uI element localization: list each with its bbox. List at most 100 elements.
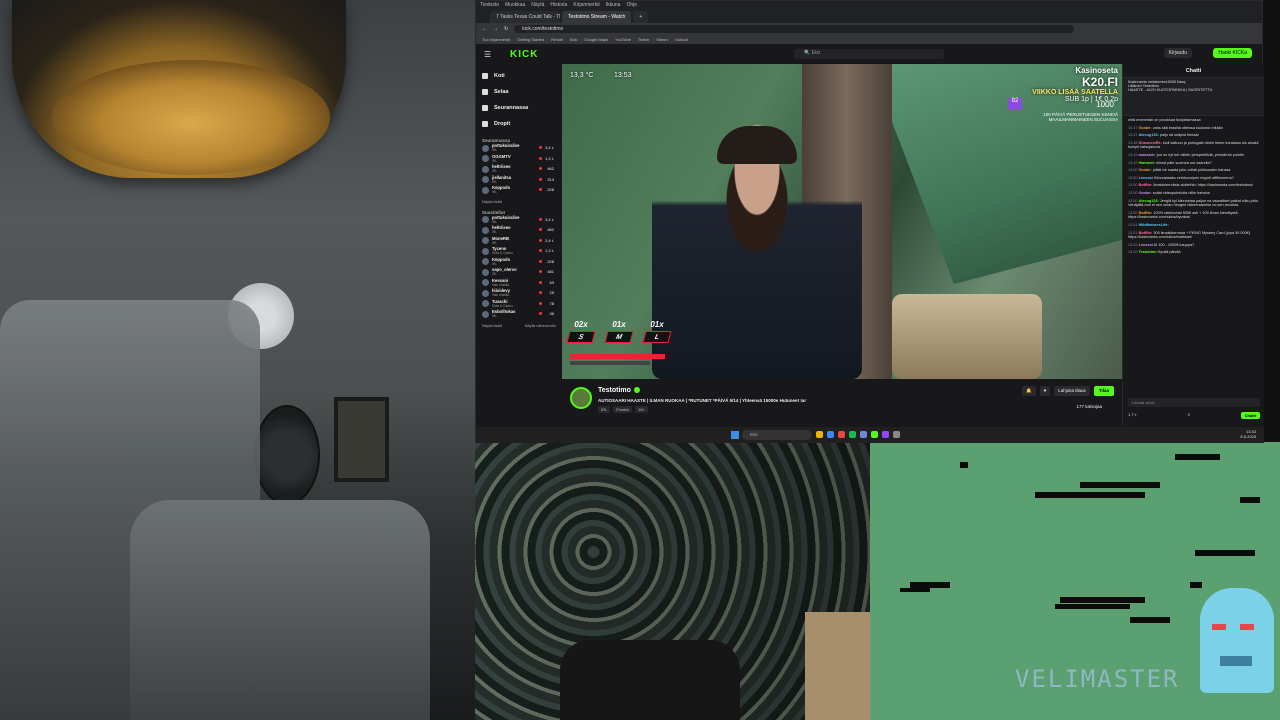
browser-tab[interactable]: 7 Tasks Texas Could Talk - The [490,11,560,23]
tag[interactable]: Finnish [613,406,633,413]
chat-username[interactable]: DhannesiRk: [1139,141,1162,145]
chat-text: mitä enemmän on porukkaa tulojottamassa [1128,118,1201,122]
chat-username[interactable]: BotRtx: [1139,211,1153,215]
taskbar-clock[interactable]: 13.53 8.8.2025 [1240,429,1256,439]
chat-username[interactable]: Lensosi [1139,243,1153,247]
bookmark[interactable]: Google Maps [584,37,608,42]
discord-icon[interactable] [860,431,867,438]
show-less-link[interactable]: Näytä vähemmän [525,323,556,328]
gift-sub-button[interactable]: Lahjoita tilaus [1054,386,1090,396]
bookmark[interactable]: Steam [656,37,668,42]
tag[interactable]: 18+ [635,406,648,413]
chat-username[interactable]: BotRtx: [1139,183,1153,187]
bookmark[interactable]: YouTube [615,37,631,42]
chat-username[interactable]: Gosbe: [1139,191,1152,195]
chat-message: 13.49 aumsarh: joo no nyt tuli vähän per… [1128,153,1259,158]
chat-username[interactable]: aumsarh: [1139,153,1156,157]
subscribe-button[interactable]: Tilaa [1093,386,1114,396]
taskbar-search[interactable]: Etsi [742,430,812,440]
sidebar-channel[interactable]: Esbolltokas IRL 36 [482,309,556,320]
nav-home[interactable]: Koti [482,68,556,84]
streamer-name[interactable]: Testotimo [598,387,631,394]
sidebar-channel[interactable]: hiisidevy Vain chatilla 25 [482,288,556,299]
show-more-link[interactable]: Näytä lisää [482,199,556,204]
search-input[interactable]: 🔍 Etsi [794,49,944,59]
chat-input[interactable]: Lähetä viesti [1128,398,1260,407]
chat-title: Chatti [1123,64,1264,78]
bookmark[interactable]: Getting Started [517,37,544,42]
browser-tab-active[interactable]: Testotimo Stream - Watch [562,11,632,23]
chat-username[interactable]: Alecog133: [1139,199,1159,203]
browser-window: Tiedosto Muokkaa Näytä Historia Kirjanmerkit… [475,0,1264,443]
twitch-icon[interactable] [882,431,889,438]
menu-icon[interactable]: ☰ [484,50,491,59]
chat-username[interactable]: WildNaturesLife: [1139,223,1169,227]
overlay-brand-sponsor: Kasinoseta [1075,66,1118,75]
sidebar-channel[interactable]: heltriiseo IRL 462 [482,225,556,236]
folder-icon[interactable] [816,431,823,438]
back-icon[interactable]: ← [482,26,487,32]
heart-icon[interactable]: ♥ [1039,386,1051,396]
channel-viewers: 1,3 t. [545,155,554,161]
tag[interactable]: IRL [598,406,611,413]
chat-username[interactable]: Lensosi [1139,176,1153,180]
bookmark[interactable]: Kick [570,37,578,42]
sidebar-channel[interactable]: pottukoiralive IRL 3,4 t. [482,215,556,226]
signup-button[interactable]: Hanki KICKa [1213,48,1252,58]
sidebar-channel[interactable]: MoneRB IRL 2,4 t. [482,236,556,247]
nav-following[interactable]: Seurannassa [482,100,556,116]
bookmark[interactable]: Outlook [675,37,689,42]
live-dot [539,291,542,294]
video-player[interactable]: 13,3 °C 13:53 Kasinoseta K20.FI VIIKKO L… [562,64,1122,379]
app-icon[interactable] [893,431,900,438]
chat-message: 13.51 WildNaturesLife: [1128,223,1259,228]
sidebar-channel[interactable]: OGGMTV IRL 1,3 t. [482,154,556,165]
forward-icon[interactable]: → [493,26,498,32]
chat-username[interactable]: Hammot: [1139,161,1155,165]
nav-drops[interactable]: Dropit [482,116,556,132]
nav-browse[interactable]: Selaa [482,84,556,100]
chat-username[interactable]: Alecog133: [1139,133,1159,137]
bookmark[interactable]: Tuo kirjanmerkit [482,37,510,42]
sidebar-channel[interactable]: Kessani Vain chatilla 63 [482,278,556,289]
show-more-link[interactable]: Näytä lisää [482,323,502,328]
sidebar-channel[interactable]: Tyceno Slots & Casino 1,3 t. [482,246,556,257]
channel-viewers: 228 [547,187,554,192]
wall-ornament [254,405,320,505]
login-button[interactable]: Kirjaudu [1163,48,1192,58]
chat-username[interactable]: Gosbe: [1139,168,1152,172]
points-counter[interactable]: 1,7 t. [1128,412,1137,419]
bookmark[interactable]: Reddit [551,37,563,42]
app-icon[interactable] [838,431,845,438]
verified-icon [634,387,640,393]
reload-icon[interactable]: ↻ [504,26,508,32]
chat-messages[interactable]: mitä enemmän on porukkaa tulojottamassa 1… [1123,116,1264,386]
chat-username[interactable]: Gosbe: [1139,126,1152,130]
sidebar-channel[interactable]: pottukoiralive IRL 3,4 t. [482,143,556,154]
sidebar-channel[interactable]: sapo_olervo IRL 481 [482,267,556,278]
spotify-icon[interactable] [849,431,856,438]
chrome-icon[interactable] [827,431,834,438]
streamer-avatar[interactable] [570,387,592,409]
sidebar-channel[interactable]: jiellanitsa IRL 313 [482,175,556,186]
kick-logo[interactable]: KICK [510,49,538,60]
sidebar-channel[interactable]: heltriiseo IRL 462 [482,164,556,175]
channel-viewers: 462 [547,227,554,232]
chat-username[interactable]: Testotimo [1139,250,1157,254]
kick-icon[interactable] [871,431,878,438]
sidebar-channel[interactable]: Keppodo IRL 228 [482,257,556,268]
start-icon[interactable] [731,431,739,439]
channel-avatar [482,186,489,194]
notification-icon[interactable]: 🔔 [1022,386,1036,396]
url-field[interactable]: kick.com/testotimo [514,25,1075,33]
gift-counter[interactable]: 0 [1188,412,1190,419]
overlay-time: 13:53 [614,72,632,79]
taskbar-apps [816,431,900,438]
sidebar-channel[interactable]: Tuvachi Slots & Casino 78 [482,299,556,310]
new-tab-button[interactable]: + [633,11,649,23]
channel-category: IRL [492,261,497,266]
sidebar-channel[interactable]: Keppodo IRL 228 [482,185,556,196]
chat-username[interactable]: BotRtx: [1139,231,1153,235]
chat-send-button[interactable]: Chatti [1240,412,1260,419]
bookmark[interactable]: Twitch [638,37,649,42]
